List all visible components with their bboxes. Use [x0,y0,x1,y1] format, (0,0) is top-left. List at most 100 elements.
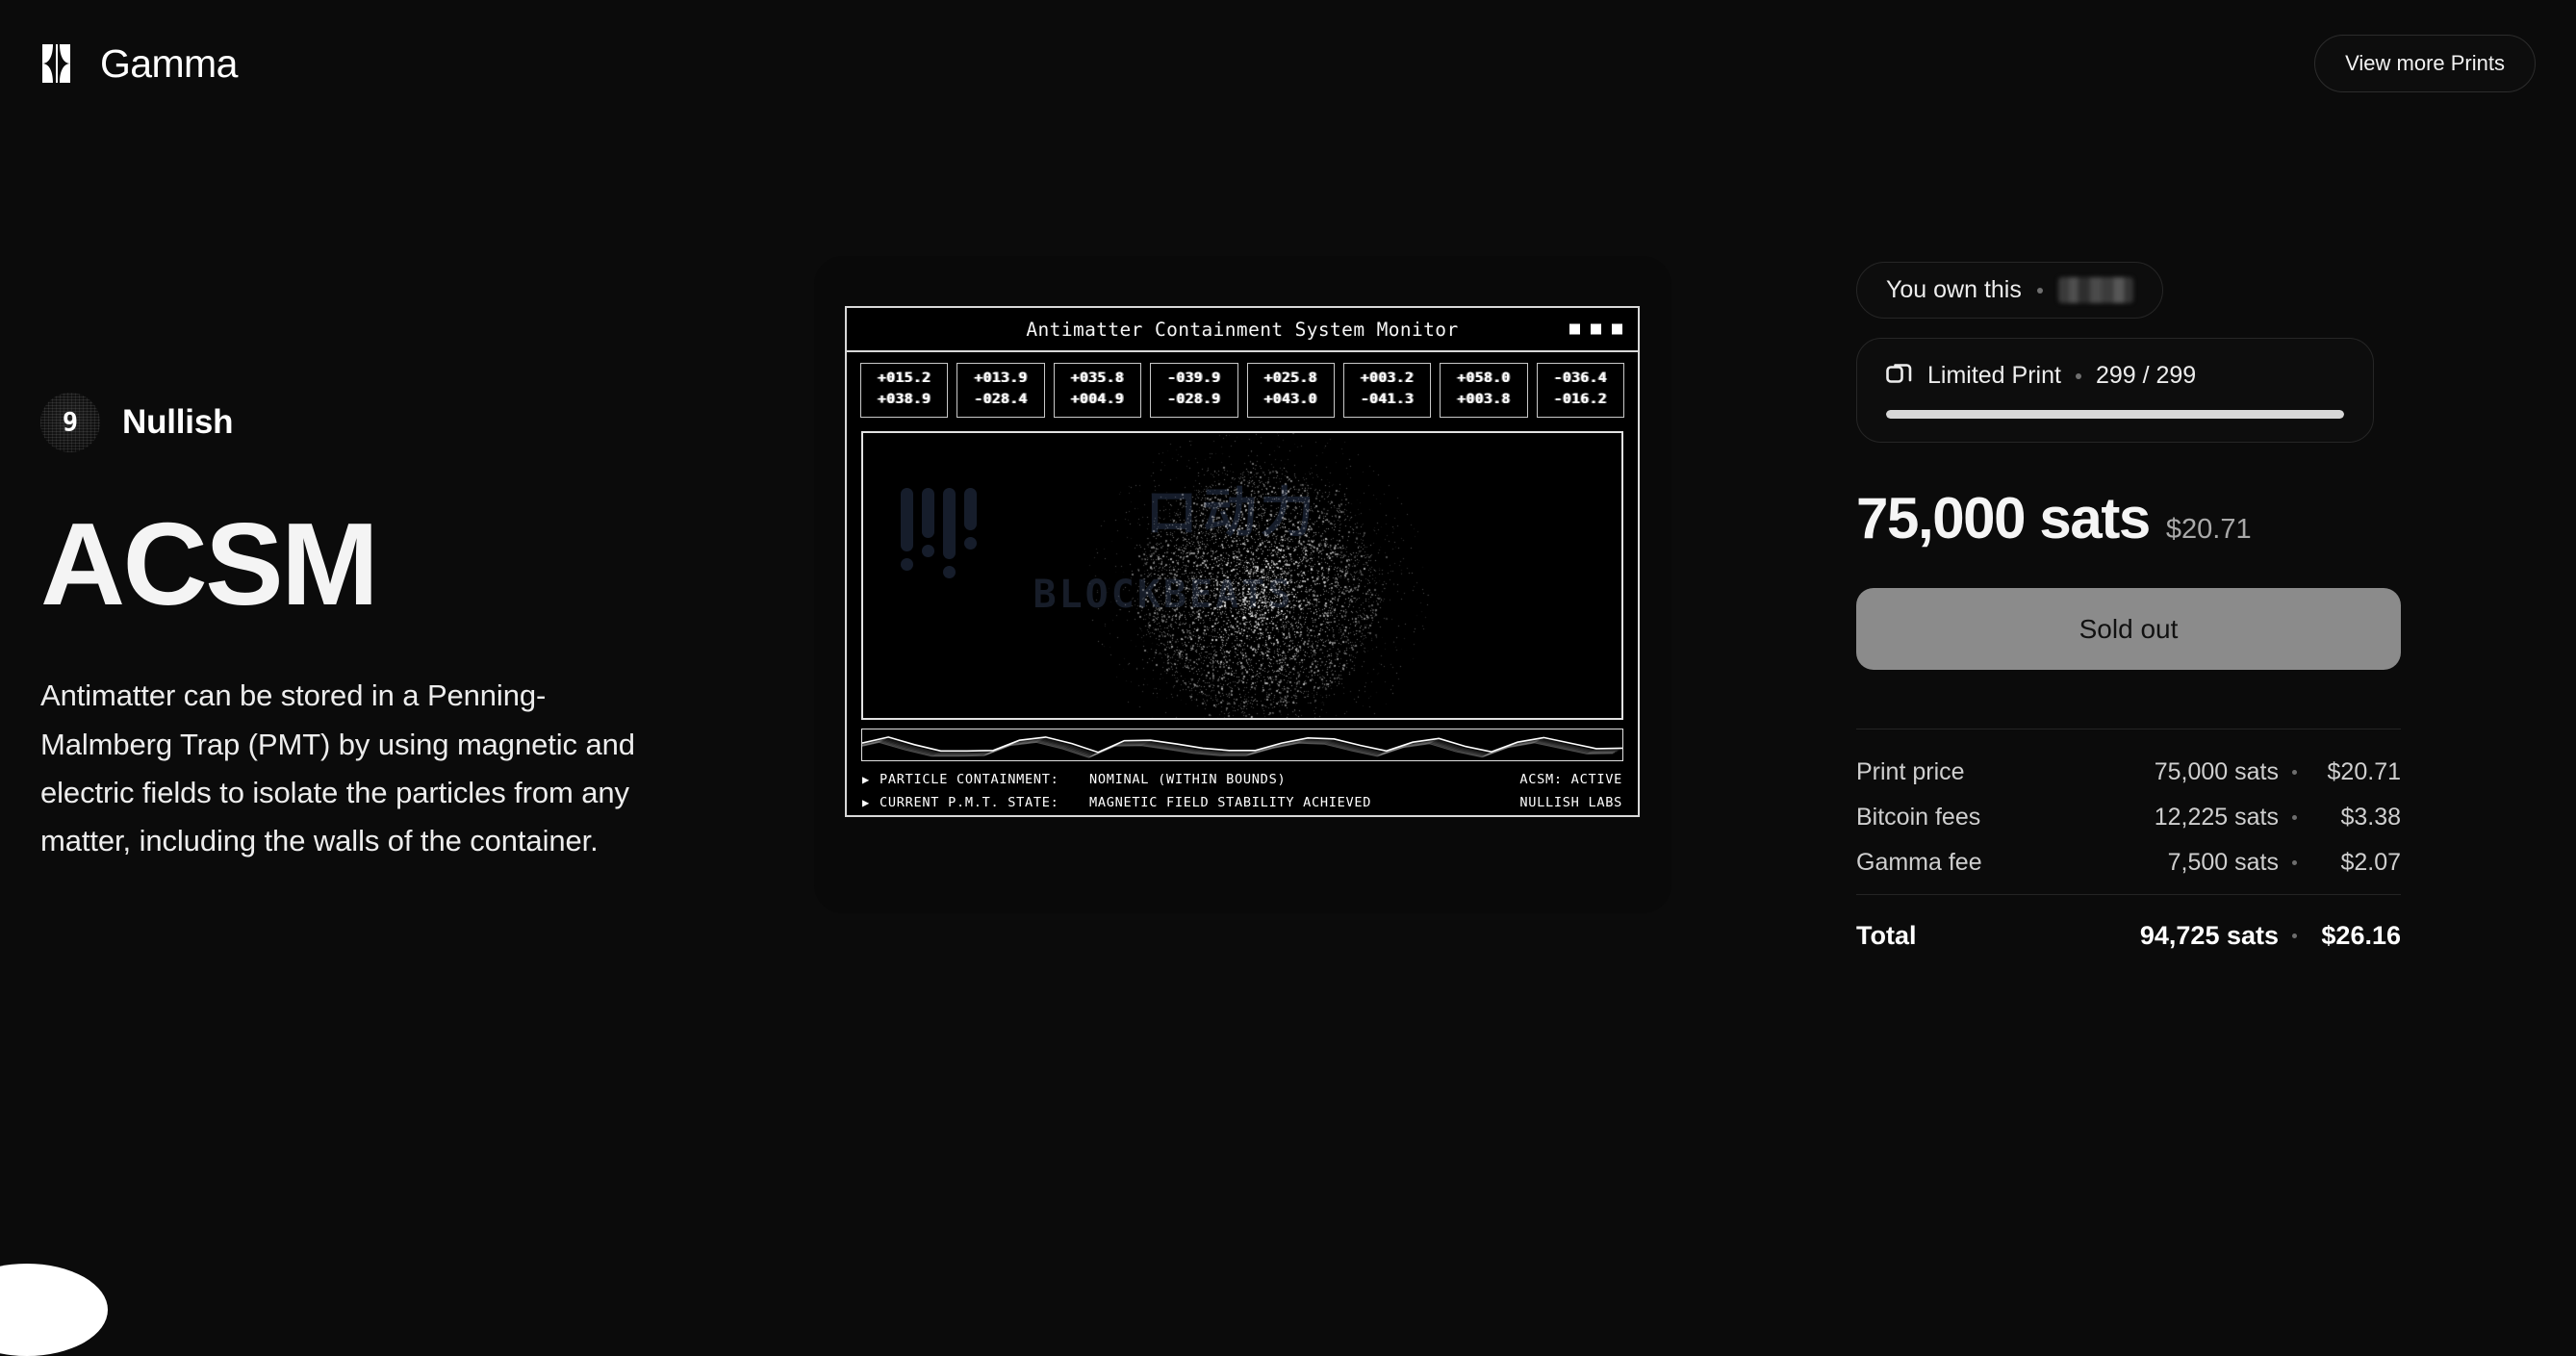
terminal-status-row: ▶CURRENT P.M.T. STATE:MAGNETIC FIELD STA… [862,792,1622,815]
sold-out-button[interactable]: Sold out [1856,588,2401,670]
readout-line-1: -036.4 [1538,369,1623,390]
fee-label: Gamma fee [1856,849,1982,877]
status-label: PARTICLE CONTAINMENT: [880,769,1089,792]
separator-dot-icon [2076,373,2081,379]
fee-values: 7,500 sats $2.07 [2168,849,2401,877]
telemetry-readout: +058.0+003.8 [1440,363,1527,418]
owner-name-redacted [2058,277,2133,303]
total-values: 94,725 sats $26.16 [2140,921,2401,951]
telemetry-readout: +013.9-028.4 [956,363,1044,418]
readout-line-1: -039.9 [1151,369,1237,390]
terminal-window-controls [1569,324,1622,335]
telemetry-readout-row: +015.2+038.9+013.9-028.4+035.8+004.9-039… [847,352,1638,425]
terminal-title: Antimatter Containment System Monitor [1026,319,1458,341]
fee-usd: $20.71 [2310,758,2401,786]
fee-row: Gamma fee 7,500 sats $2.07 [1856,849,2401,877]
readout-line-2: +004.9 [1055,390,1140,411]
waveform-line-icon [862,729,1622,760]
total-divider: Total 94,725 sats $26.16 [1856,894,2401,951]
readout-line-2: +003.8 [1441,390,1526,411]
avatar-glyph: 9 [63,410,78,436]
terminal-status-row: ▶PARTICLE CONTAINMENT:NOMINAL (WITHIN BO… [862,769,1622,792]
telemetry-readout: +015.2+038.9 [860,363,948,418]
separator-dot-icon [2292,934,2297,938]
separator-dot-icon [2292,770,2297,775]
window-control-maximize-icon [1591,324,1601,335]
fee-values: 12,225 sats $3.38 [2155,804,2401,832]
status-label: CURRENT P.M.T. STATE: [880,792,1089,815]
fee-label: Bitcoin fees [1856,804,1980,832]
readout-line-2: +043.0 [1248,390,1334,411]
separator-dot-icon [2037,288,2043,294]
fee-breakdown: Print price 75,000 sats $20.71 Bitcoin fees… [1856,729,2401,951]
terminal-status-block: ▶PARTICLE CONTAINMENT:NOMINAL (WITHIN BO… [847,761,1638,815]
telemetry-readout: +035.8+004.9 [1054,363,1141,418]
readout-line-2: -028.4 [957,390,1043,411]
telemetry-readout: -036.4-016.2 [1537,363,1624,418]
artist-row[interactable]: 9 Nullish [40,393,656,452]
page-title: ACSM [40,504,656,624]
purchase-panel: You own this Limited Print 299 / 299 75,… [1856,262,2453,951]
terminal-titlebar: Antimatter Containment System Monitor [847,308,1638,352]
readout-line-1: +035.8 [1055,369,1140,390]
telemetry-readout: +003.2-041.3 [1343,363,1431,418]
support-chat-widget[interactable] [0,1264,108,1356]
view-more-prints-button[interactable]: View more Prints [2314,35,2536,92]
fee-label: Print price [1856,758,1965,786]
edition-progress-fill [1886,410,2344,419]
total-usd: $26.16 [2310,921,2401,951]
fee-sats: 75,000 sats [2155,758,2279,786]
readout-line-2: -028.9 [1151,390,1237,411]
status-arrow-icon: ▶ [862,793,880,813]
status-value: MAGNETIC FIELD STABILITY ACHIEVED [1089,792,1519,815]
gamma-logo-icon [40,43,85,84]
price-fiat: $20.71 [2166,514,2252,546]
status-value: NOMINAL (WITHIN BOUNDS) [1089,769,1519,792]
readout-line-2: -016.2 [1538,390,1623,411]
telemetry-readout: +025.8+043.0 [1247,363,1335,418]
print-edition-box: Limited Print 299 / 299 [1856,338,2374,443]
artist-name: Nullish [122,403,233,442]
print-type-label: Limited Print [1927,362,2061,390]
separator-dot-icon [2292,815,2297,820]
price-block: 75,000 sats $20.71 [1856,485,2453,551]
artwork-card[interactable]: Antimatter Containment System Monitor +0… [814,256,1671,913]
artwork-info-column: 9 Nullish ACSM Antimatter can be stored … [40,393,656,865]
ownership-label: You own this [1886,276,2022,304]
print-count: 299 / 299 [2096,362,2196,390]
artist-avatar[interactable]: 9 [40,393,100,452]
brand[interactable]: Gamma [40,43,238,84]
separator-dot-icon [2292,860,2297,865]
particle-viewport: ロ动力 BLOCKBEATS [861,431,1623,721]
layers-icon [1886,360,1913,392]
waveform-strip [861,729,1623,761]
artwork-description: Antimatter can be stored in a Penning-Ma… [40,672,642,865]
readout-line-2: +038.9 [861,390,947,411]
particle-cloud-canvas [863,433,1623,721]
status-right-value: ACSM: ACTIVE [1519,769,1622,792]
fee-sats: 7,500 sats [2168,849,2279,877]
fee-row: Print price 75,000 sats $20.71 [1856,758,2401,786]
readout-line-1: +013.9 [957,369,1043,390]
readout-line-1: +058.0 [1441,369,1526,390]
print-edition-row: Limited Print 299 / 299 [1886,360,2344,392]
total-row: Total 94,725 sats $26.16 [1856,921,2401,951]
status-arrow-icon: ▶ [862,770,880,790]
fee-sats: 12,225 sats [2155,804,2279,832]
edition-progress-bar [1886,410,2344,419]
terminal-window: Antimatter Containment System Monitor +0… [845,306,1640,817]
ownership-badge[interactable]: You own this [1856,262,2163,319]
brand-name: Gamma [100,44,238,84]
price-sats: 75,000 sats [1856,485,2150,551]
total-sats: 94,725 sats [2140,921,2279,951]
fee-row: Bitcoin fees 12,225 sats $3.38 [1856,804,2401,832]
telemetry-readout: -039.9-028.9 [1150,363,1237,418]
total-label: Total [1856,921,1917,951]
readout-line-1: +025.8 [1248,369,1334,390]
site-header: Gamma View more Prints [0,0,2576,127]
readout-line-1: +015.2 [861,369,947,390]
fee-usd: $2.07 [2310,849,2401,877]
fee-usd: $3.38 [2310,804,2401,832]
status-right-value: NULLISH LABS [1519,792,1622,815]
window-control-minimize-icon [1569,324,1580,335]
